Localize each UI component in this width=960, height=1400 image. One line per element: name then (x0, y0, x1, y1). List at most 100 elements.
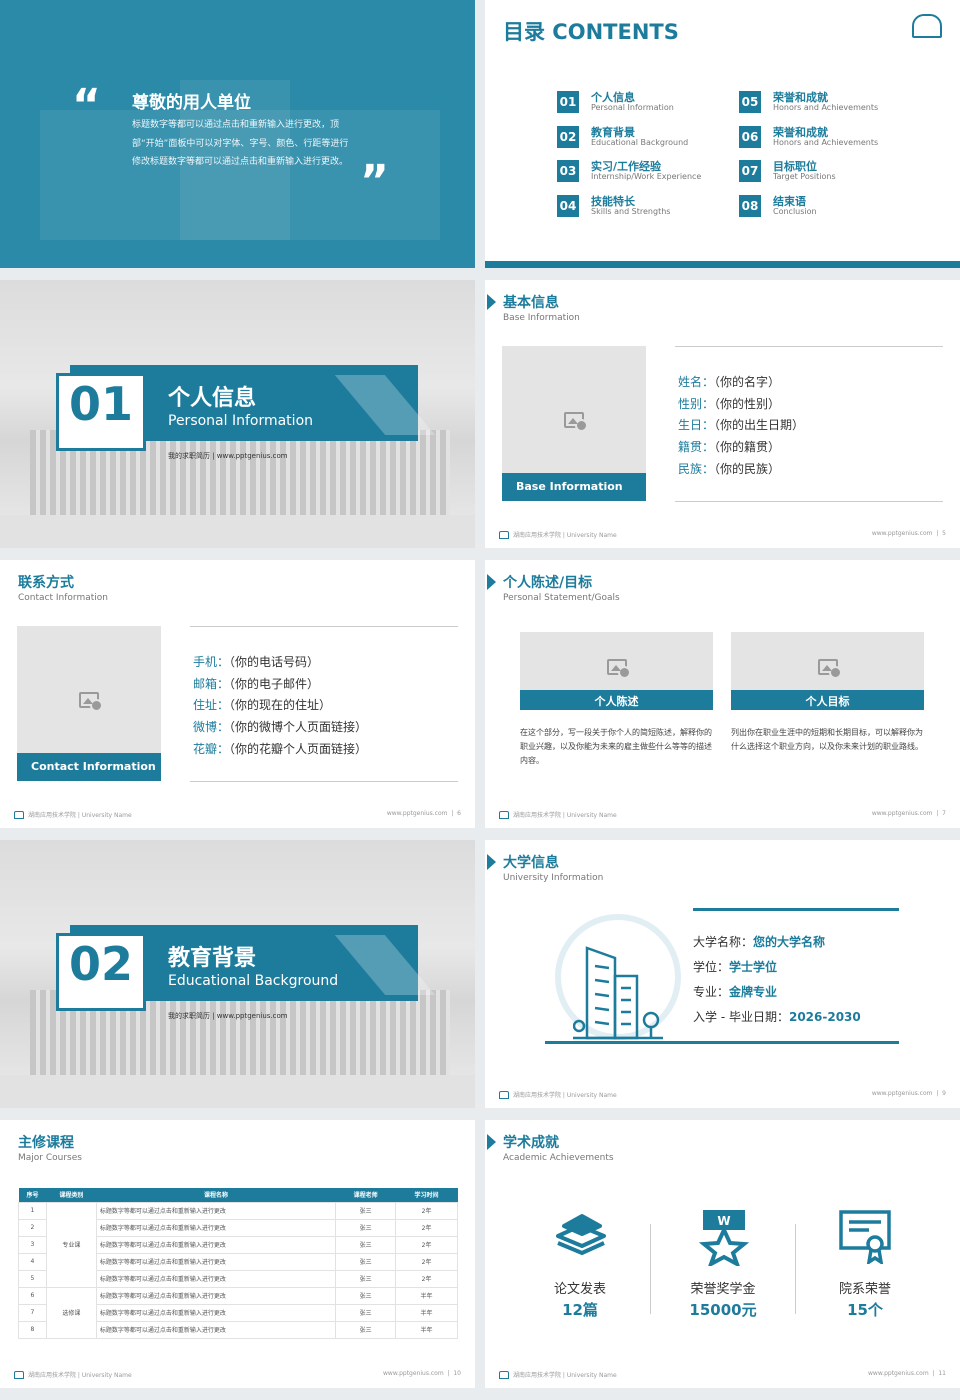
info-key: 专业： (693, 985, 730, 999)
achievement-item: 院系荣誉 15个 (805, 1278, 925, 1320)
info-value: （你的电话号码） (229, 655, 320, 669)
info-row: 学位：学士学位 (693, 955, 861, 980)
info-row: 微博：（你的微博个人页面链接） (193, 717, 367, 739)
papers-icon (556, 1214, 606, 1255)
info-value: 您的大学名称 (753, 935, 826, 949)
info-value: （你的电子邮件） (229, 676, 320, 691)
goals-text: 列出你在职业生涯中的短期和长期目标，可以解释你为什么选择这个职业方向，以及你未来… (731, 728, 923, 751)
header-title: 学术成就 (503, 1135, 559, 1151)
slide-greeting: “ 尊敬的用人单位 标题数字等都可以通过点击和重新输入进行更改，顶部“开始”面板… (0, 0, 475, 268)
contents-item-06[interactable]: 06 荣誉和成就 Honors and Achievements (739, 125, 909, 150)
contents-number: 08 (739, 194, 761, 217)
info-row: 手机：（你的电话号码） (193, 652, 367, 674)
footer-logo-icon (14, 810, 24, 819)
info-row: 花瓣：（你的花瓣个人页面链接） (193, 739, 367, 761)
table-row: 1 专业课 标题数字等都可以通过点击和重新输入进行更改 张三 2年 (18, 1201, 458, 1288)
header-subtitle: Personal Statement/Goals (503, 593, 620, 603)
header-title: 基本信息 (503, 295, 559, 311)
page-number: 7 (942, 810, 946, 817)
svg-text:W: W (717, 1214, 730, 1228)
header-arrow-icon (487, 574, 496, 590)
contents-item-01[interactable]: 01 个人信息 Personal Information (557, 91, 727, 115)
info-value: （你的性别） (714, 396, 781, 411)
section-subtitle: Educational Background (168, 973, 339, 989)
statement-photo[interactable]: 个人陈述 (520, 632, 713, 710)
header-subtitle: Major Courses (18, 1153, 82, 1163)
slide-academic: 学术成就 Academic Achievements W 论文发表 12篇 荣誉奖学… (485, 1120, 960, 1388)
photo-caption: Base Information (502, 473, 646, 501)
university-info-list: 大学名称：您的大学名称 学位：学士学位 专业：金牌专业入学 - 毕业日期：2026-… (693, 930, 861, 1030)
header-arrow-icon (487, 294, 496, 310)
header-subtitle: University Information (503, 873, 604, 883)
section-number: 02 (68, 937, 133, 991)
info-key: 生日： (678, 418, 715, 433)
slide-footer: 湖南应用技术学院 | University Name www.pptgenius… (499, 1368, 946, 1380)
info-value: 2026-2030 (788, 1010, 861, 1024)
slide-section-01: 01 个人信息 Personal Information 我的求职简历 | ww… (0, 280, 475, 548)
info-row: 专业：金牌专业 (693, 980, 861, 1005)
slide-statement: 个人陈述/目标 Personal Statement/Goals 个人陈述 个人… (485, 560, 960, 828)
info-key: 花瓣： (193, 741, 230, 756)
slide-header: 学术成就 Academic Achievements (487, 1132, 614, 1163)
info-value: （你的籍贯） (714, 440, 781, 455)
contents-item-05[interactable]: 05 荣誉和成就 Honors and Achievements (739, 91, 909, 115)
info-row: 性别：（你的性别） (678, 394, 804, 416)
slide-courses: 主修课程 Major Courses 序号 课程类别 课程名称 课程老师 学习时… (0, 1120, 475, 1388)
info-key: 入学 - 毕业日期： (693, 1010, 789, 1024)
contents-item-07[interactable]: 07 目标职位 Target Positions (739, 160, 909, 184)
info-row: 民族：（你的民族） (678, 459, 804, 481)
slide-header: 基本信息 Base Information (487, 292, 580, 323)
table-header-row: 序号 课程类别 课程名称 课程老师 学习时间 (18, 1188, 458, 1202)
quote-close-icon: ” (360, 156, 389, 207)
info-row: 籍贯：（你的籍贯） (678, 437, 804, 459)
page-number: 6 (457, 810, 461, 817)
page-number: 9 (942, 1090, 946, 1097)
footer-logo-icon (499, 1370, 509, 1379)
base-info-list: 姓名：（你的名字） 性别：（你的性别） 生日：（你的出生日期） 籍贯：（你的籍贯） 民族… (678, 372, 804, 481)
slide-footer: 湖南应用技术学院 | University Name www.pptgenius… (499, 1088, 946, 1100)
info-key: 学位： (693, 960, 730, 974)
slide-university: 大学信息 University Information 大学名称：您的大学名称学… (485, 840, 960, 1108)
header-subtitle: Contact Information (18, 593, 108, 603)
info-row: 邮箱：（你的电子邮件） (193, 674, 367, 696)
page-number: 10 (453, 1370, 461, 1377)
photo-placeholder[interactable]: Base Information (502, 346, 646, 501)
info-value: （你的花瓣个人页面链接） (229, 741, 368, 756)
goals-photo[interactable]: 个人目标 (731, 632, 924, 710)
contents-item-02[interactable]: 02 教育背景 Educational Background (557, 125, 727, 150)
header-title: 个人陈述/目标 (503, 575, 593, 591)
contents-item-04[interactable]: 04 技能特长 Skills and Strengths (557, 194, 727, 219)
slide-footer: 湖南应用技术学院 | University Name www.pptgenius… (14, 808, 461, 820)
medal-icon: W (698, 1210, 750, 1266)
achievement-item: 荣誉奖学金 15000元 (663, 1278, 783, 1320)
contents-item-08[interactable]: 08 结束语 Conclusion (739, 194, 909, 219)
info-key: 民族： (678, 461, 715, 476)
info-row: 生日：（你的出生日期） (678, 415, 804, 437)
contents-subtitle: Honors and Achievements (773, 137, 879, 147)
info-row: 大学名称：您的大学名称 (693, 930, 861, 955)
slide-header: 大学信息 University Information (487, 852, 604, 883)
contents-item-03[interactable]: 03 实习/工作经验 Internship/Work Experience (557, 160, 727, 184)
bottom-bar (485, 261, 960, 268)
contents-number: 06 (739, 125, 761, 148)
info-key: 微博： (193, 720, 230, 735)
header-title: 主修课程 (18, 1135, 74, 1151)
photo-placeholder[interactable]: Contact Information (17, 626, 161, 781)
section-number: 01 (68, 377, 133, 431)
footer-logo-icon (499, 530, 509, 539)
section-link[interactable]: 我的求职简历 | www.pptgenius.com (168, 1011, 288, 1021)
contents-subtitle: Conclusion (773, 206, 817, 216)
section-title: 教育背景 (168, 946, 257, 971)
photo-caption: Contact Information (17, 753, 161, 781)
slide-header: 主修课程 Major Courses (18, 1132, 82, 1163)
section-subtitle: Personal Information (168, 413, 314, 429)
page-number: 5 (942, 530, 946, 537)
contents-subtitle: Educational Background (591, 137, 689, 147)
table-row: 6 选修课 标题数字等都可以通过点击和重新输入进行更改 张三 半年 (18, 1286, 458, 1339)
achievement-label: 论文发表 (553, 1282, 606, 1297)
achievement-label: 荣誉奖学金 (690, 1282, 756, 1297)
greeting-title: 尊敬的用人单位 (132, 93, 251, 113)
footer-logo-icon (499, 810, 509, 819)
goals-caption: 个人目标 (731, 690, 924, 710)
section-link[interactable]: 我的求职简历 | www.pptgenius.com (168, 451, 288, 461)
